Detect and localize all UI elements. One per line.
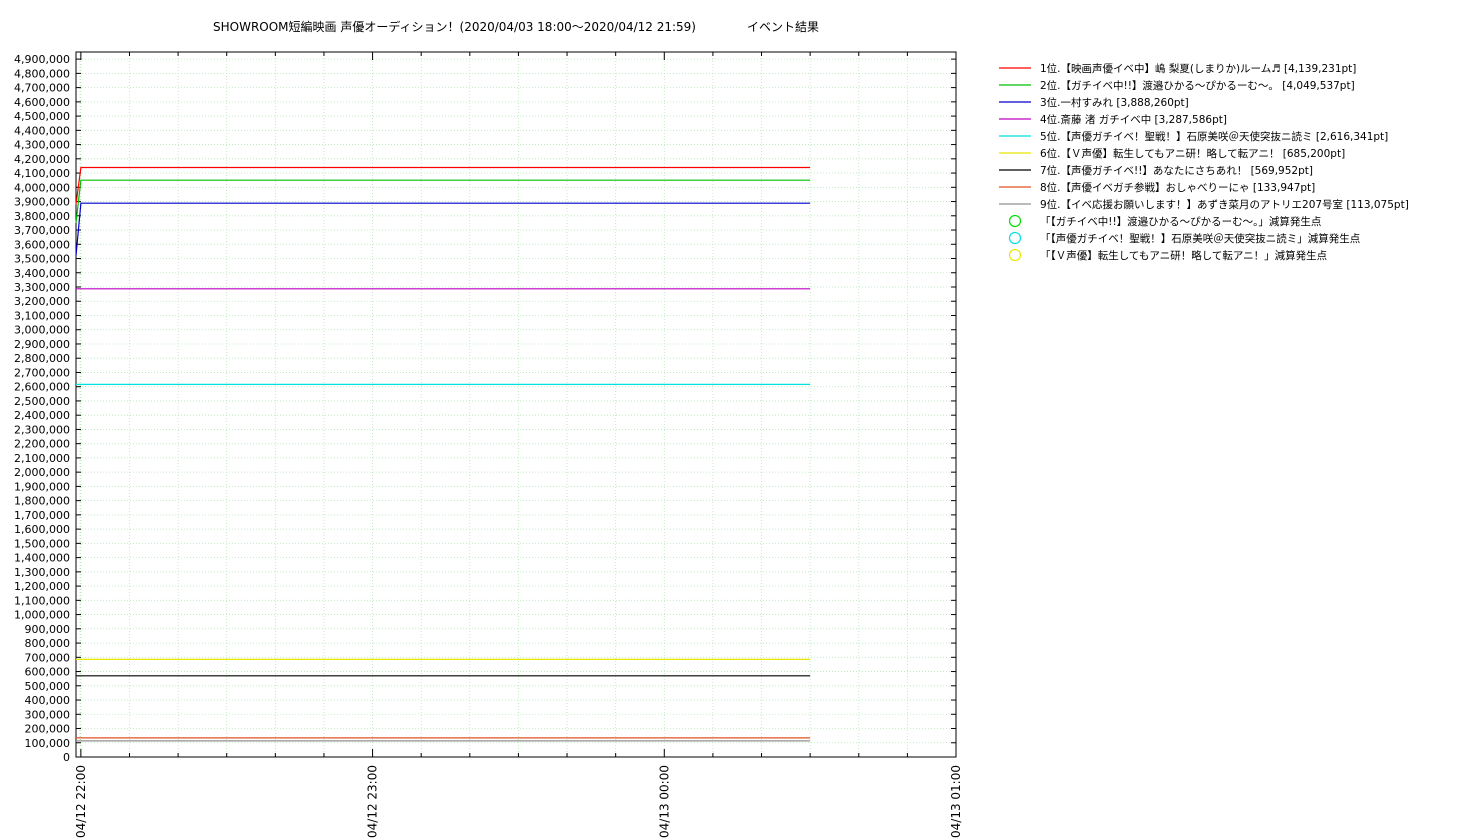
y-tick-label: 3,700,000 <box>14 224 70 237</box>
y-tick-label: 3,900,000 <box>14 196 70 209</box>
series-lines <box>75 166 811 742</box>
axes: 0100,000200,000 300,000400,000500,000600,… <box>14 51 963 838</box>
series-line-3 <box>75 202 811 256</box>
legend-label: 8位.【声優イベガチ参戦】おしゃべりーにゃ [133,947pt] <box>1040 181 1315 194</box>
y-tick-label: 4,200,000 <box>14 153 70 166</box>
y-tick-label: 2,600,000 <box>14 381 70 394</box>
legend-label: 5位.【声優ガチイベ！聖戦！】石原美咲＠天使突抜ニ読ミ [2,616,341pt… <box>1040 130 1388 143</box>
y-tick-label: 3,600,000 <box>14 238 70 251</box>
series-line-2 <box>75 179 811 223</box>
y-tick-label: 4,300,000 <box>14 139 70 152</box>
y-tick-label: 400,000 <box>25 694 71 707</box>
y-tick-label: 4,800,000 <box>14 67 70 80</box>
y-tick-label: 2,900,000 <box>14 338 70 351</box>
y-tick-label: 2,800,000 <box>14 352 70 365</box>
y-tick-label: 2,200,000 <box>14 438 70 451</box>
y-tick-label: 4,500,000 <box>14 110 70 123</box>
y-tick-label: 3,100,000 <box>14 309 70 322</box>
y-tick-label: 1,300,000 <box>14 566 70 579</box>
x-tick-label: 04/12 23:00 <box>366 765 380 838</box>
y-tick-label: 1,200,000 <box>14 580 70 593</box>
y-tick-label: 2,700,000 <box>14 366 70 379</box>
y-tick-label: 2,100,000 <box>14 452 70 465</box>
y-tick-label: 3,400,000 <box>14 267 70 280</box>
y-tick-label: 1,000,000 <box>14 609 70 622</box>
y-tick-label: 2,300,000 <box>14 423 70 436</box>
y-tick-label: 4,000,000 <box>14 181 70 194</box>
y-tick-label: 1,400,000 <box>14 552 70 565</box>
legend-label: 「【Ｖ声優】転生してもアニ研！略して転アニ！」減算発生点 <box>1040 249 1327 262</box>
y-tick-label: 800,000 <box>25 637 71 650</box>
chart-subtitle: イベント結果 <box>747 20 819 34</box>
plot-frame <box>75 51 957 758</box>
legend-label: 2位.【ガチイベ中!!】渡邉ひかる～ぴかるーむ～。 [4,049,537pt] <box>1040 79 1355 92</box>
x-tick-label: 04/13 01:00 <box>949 765 963 838</box>
y-tick-label: 200,000 <box>25 723 71 736</box>
y-tick-label: 500,000 <box>25 680 71 693</box>
y-tick-label: 3,800,000 <box>14 210 70 223</box>
y-tick-label: 4,600,000 <box>14 96 70 109</box>
y-tick-label: 700,000 <box>25 651 71 664</box>
y-tick-label: 2,000,000 <box>14 466 70 479</box>
legend-label: 1位.【映画声優イベ中】嶋 梨夏(しまりか)ルーム♬ [4,139,231pt] <box>1040 62 1356 75</box>
y-tick-label: 4,900,000 <box>14 53 70 66</box>
legend-marker <box>1008 231 1022 245</box>
chart-title: SHOWROOM短編映画 声優オーディション！(2020/04/03 18:00… <box>213 19 696 34</box>
legend-label: 3位.一村すみれ [3,888,260pt] <box>1040 96 1189 109</box>
y-tick-label: 3,300,000 <box>14 281 70 294</box>
x-tick-label: 04/13 00:00 <box>657 765 671 838</box>
y-tick-label: 900,000 <box>25 623 71 636</box>
grid <box>76 52 957 758</box>
legend: 1位.【映画声優イベ中】嶋 梨夏(しまりか)ルーム♬ [4,139,231pt]… <box>999 62 1409 262</box>
y-tick-label: 1,500,000 <box>14 537 70 550</box>
legend-label: 4位.斎藤 渚 ガチイベ中 [3,287,586pt] <box>1040 113 1227 126</box>
series-line-1 <box>75 166 811 205</box>
y-tick-label: 4,400,000 <box>14 124 70 137</box>
chart: SHOWROOM短編映画 声優オーディション！(2020/04/03 18:00… <box>14 19 1409 838</box>
legend-label: 「【ガチイベ中!!】渡邉ひかる～ぴかるーむ～。」減算発生点 <box>1040 215 1321 228</box>
y-tick-label: 4,700,000 <box>14 82 70 95</box>
legend-label: 9位.【イベ応援お願いします！】あずき菜月のアトリエ207号室 [113,075… <box>1040 198 1409 211</box>
legend-label: 6位.【Ｖ声優】転生してもアニ研！略して転アニ！ [685,200pt] <box>1040 147 1345 160</box>
y-tick-label: 3,000,000 <box>14 324 70 337</box>
legend-marker <box>1008 214 1022 228</box>
y-tick-label: 2,400,000 <box>14 409 70 422</box>
y-tick-label: 300,000 <box>25 708 71 721</box>
y-tick-label: 3,500,000 <box>14 253 70 266</box>
y-tick-label: 2,500,000 <box>14 395 70 408</box>
y-tick-label: 100,000 <box>25 737 71 750</box>
y-tick-label: 600,000 <box>25 666 71 679</box>
y-tick-label: 3,200,000 <box>14 295 70 308</box>
legend-label: 「【声優ガチイベ！聖戦！】石原美咲＠天使突抜ニ読ミ」減算発生点 <box>1040 232 1360 245</box>
legend-label: 7位.【声優ガチイベ!!】あなたにさちあれ！ [569,952pt] <box>1040 164 1313 177</box>
y-tick-label: 1,900,000 <box>14 480 70 493</box>
y-tick-label: 1,700,000 <box>14 509 70 522</box>
y-tick-label: 4,100,000 <box>14 167 70 180</box>
y-tick-label: 0 <box>63 751 70 764</box>
y-tick-label: 1,800,000 <box>14 495 70 508</box>
legend-marker <box>1008 248 1022 262</box>
y-tick-label: 1,100,000 <box>14 594 70 607</box>
y-tick-label: 1,600,000 <box>14 523 70 536</box>
x-tick-label: 04/12 22:00 <box>74 765 88 838</box>
